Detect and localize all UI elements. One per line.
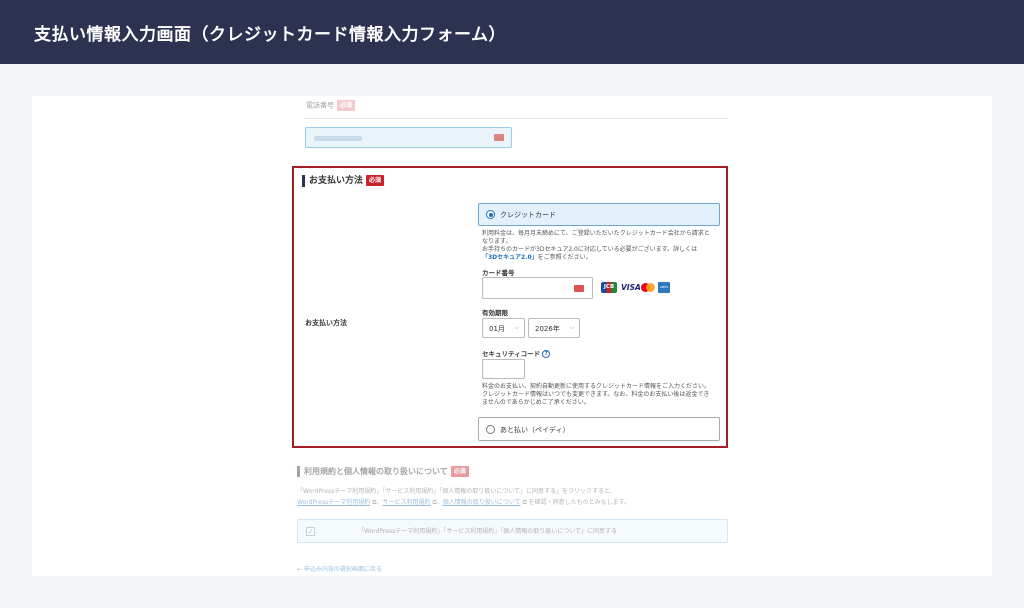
blurred-value <box>314 136 362 141</box>
expiry-year-value: 2026年 <box>535 325 560 333</box>
amex-logo-icon: AMEX <box>658 282 670 293</box>
credit-card-radio[interactable] <box>486 210 495 219</box>
paidy-option[interactable]: あと払い（ペイディ） <box>478 417 720 441</box>
card-note-1: 料金のお支払い、契約自動更新に使用するクレジットカード情報をご入力ください。 <box>482 383 711 390</box>
paidy-option-label: あと払い（ペイディ） <box>500 426 570 434</box>
terms-text-tail: を確認・同意したものとみなします。 <box>528 499 631 506</box>
card-icon <box>574 285 584 292</box>
card-note-2: クレジットカード情報はいつでも変更できます。なお、料金のお支払い後は返金でき <box>482 391 710 398</box>
payment-section: お支払い方法 必須 お支払い方法 クレジットカード 利用料金は、毎月月末締めにて、… <box>292 166 728 448</box>
chevron-down-icon: ⌵ <box>514 324 519 331</box>
back-link[interactable]: ← 申込み内容の選択画面に戻る <box>297 566 382 574</box>
agree-label: 「WordPressテーマ利用規約」「サービス利用規約」「個人情報の取り扱いにつ… <box>358 528 618 535</box>
cvc-input[interactable] <box>482 359 525 379</box>
external-link-icon: ⧉ <box>432 499 437 506</box>
phone-label: 電話番号 必須 <box>306 100 356 111</box>
credit-desc-2: なります。 <box>482 238 512 245</box>
terms-text-1: 「WordPressテーマ利用規約」「サービス利用規約」「個人情報の取り扱いにつ… <box>297 488 616 495</box>
terms-section-title: 利用規約と個人情報の取り扱いについて 必須 <box>297 466 469 477</box>
divider <box>304 118 728 119</box>
expiry-month-select[interactable]: 01月 ⌵ <box>482 318 525 338</box>
card-note-3: ませんのであらかじめご了承ください。 <box>482 399 590 406</box>
agree-checkbox[interactable]: ✓ <box>306 527 315 536</box>
chevron-down-icon: ⌵ <box>569 324 574 331</box>
expiry-year-select[interactable]: 2026年 ⌵ <box>528 318 580 338</box>
card-number-label: カード番号 <box>482 269 515 277</box>
credit-desc-3: お手持ちのカードが3Dセキュア2.0に対応している必要がございます。詳しくは <box>482 246 698 253</box>
required-badge: 必須 <box>450 466 469 477</box>
terms-section-title-text: 利用規約と個人情報の取り扱いについて <box>304 467 448 476</box>
required-badge: 必須 <box>337 100 356 111</box>
page-title: 支払い情報入力画面（クレジットカード情報入力フォーム） <box>34 25 506 45</box>
mastercard-logo-icon <box>641 283 655 292</box>
credit-desc-4: 「3Dセキュア2.0」をご参照ください。 <box>482 254 592 262</box>
autofill-icon <box>494 134 504 141</box>
phone-input[interactable] <box>305 127 512 148</box>
card-number-input[interactable] <box>482 277 593 299</box>
mc-orange-circle <box>646 283 655 292</box>
wp-terms-link[interactable]: WordPressテーマ利用規約 <box>297 499 370 506</box>
credit-card-option[interactable]: クレジットカード <box>478 203 720 226</box>
cvc-label-text: セキュリティコード <box>482 350 541 358</box>
visa-logo-icon: VISA <box>621 283 641 292</box>
help-icon[interactable]: ? <box>542 350 551 358</box>
privacy-link[interactable]: 個人情報の取り扱いについて <box>443 499 521 506</box>
form-panel: 電話番号 必須 お支払い方法 必須 お支払い方法 クレジットカード 利用料金は、毎月… <box>32 96 992 576</box>
expiry-label: 有効期限 <box>482 309 508 317</box>
expiry-month-value: 01月 <box>489 325 505 333</box>
payment-row-label: お支払い方法 <box>305 319 347 327</box>
credit-desc-suffix: をご参照ください。 <box>537 254 592 261</box>
credit-desc-1: 利用料金は、毎月月末締めにて、ご登録いただいたクレジットカード会社から請求と <box>482 230 710 237</box>
credit-card-option-label: クレジットカード <box>500 211 556 219</box>
external-link-icon: ⧉ <box>522 499 527 506</box>
terms-text-2: WordPressテーマ利用規約 ⧉、サービス利用規約 ⧉、個人情報の取り扱いに… <box>297 499 631 506</box>
paidy-radio[interactable] <box>486 425 495 434</box>
required-badge: 必須 <box>366 175 385 186</box>
jcb-logo-icon: JCB <box>601 282 617 293</box>
external-link-icon: ⧉ <box>372 499 377 506</box>
payment-section-title: お支払い方法 必須 <box>302 175 385 187</box>
3d-secure-link[interactable]: 「3Dセキュア2.0」 <box>482 254 538 261</box>
service-terms-link[interactable]: サービス利用規約 <box>382 499 430 506</box>
terms-agree-box[interactable]: ✓ 「WordPressテーマ利用規約」「サービス利用規約」「個人情報の取り扱い… <box>297 519 728 543</box>
cvc-label: セキュリティコード? <box>482 348 551 358</box>
phone-label-text: 電話番号 <box>306 101 334 110</box>
page-header: 支払い情報入力画面（クレジットカード情報入力フォーム） <box>0 0 1024 64</box>
payment-section-title-text: お支払い方法 <box>309 176 364 186</box>
